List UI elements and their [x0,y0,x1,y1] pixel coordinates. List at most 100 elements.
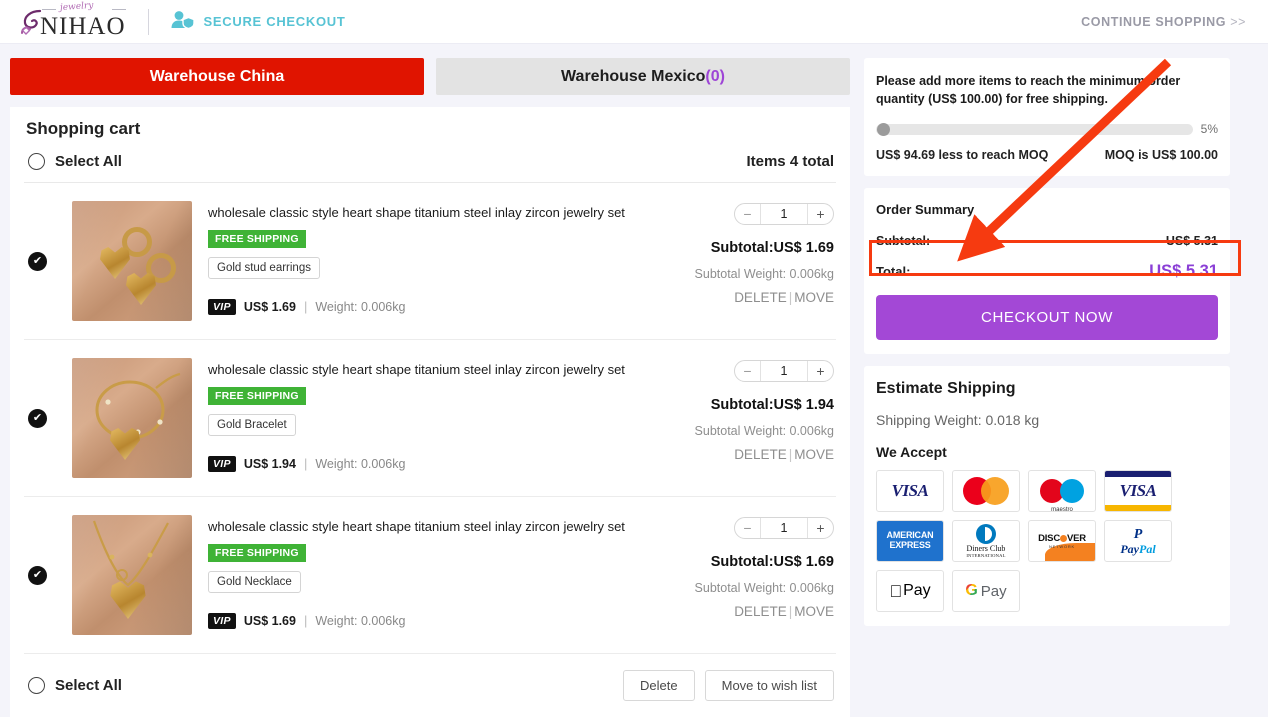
paypal-p-mark: P [1133,526,1143,542]
item-checkbox-cell: ✔ [28,251,72,271]
item-checkbox[interactable]: ✔ [28,408,47,428]
quantity-input[interactable] [761,361,807,381]
item-subtotal: Subtotal:US$ 1.94 [710,397,834,413]
google-pay-icon: G Pay [952,570,1020,613]
tab-warehouse-china-label: Warehouse China [149,67,285,85]
checkout-now-button[interactable]: CHECKOUT NOW [876,295,1218,341]
visa-electron-top-bar [1105,471,1171,478]
product-title[interactable]: wholesale classic style heart shape tita… [208,518,644,536]
secure-checkout-label: SECURE CHECKOUT [203,14,346,29]
nihao-logo[interactable]: jewelry NIHAO [14,0,126,40]
free-shipping-badge: FREE SHIPPING [208,386,306,405]
moq-notice: Please add more items to reach the minim… [876,74,1181,107]
estimate-shipping-card: Estimate Shipping Shipping Weight: 0.018… [864,366,1230,627]
row-actions-separator: | [788,290,793,305]
select-all-row-top: Select All Items 4 total [24,141,836,183]
cart-card: Shopping cart Select All Items 4 total ✔ [10,107,850,717]
visa-label: VISA [891,481,929,501]
discover-sublabel: NETWORK [1048,544,1076,550]
order-subtotal-label: Subtotal: [876,234,931,249]
move-to-wish-list-button[interactable]: Move to wish list [704,670,834,701]
product-title[interactable]: wholesale classic style heart shape tita… [208,204,644,222]
product-right-cell: − + Subtotal:US$ 1.69 Subtotal Weight: 0… [644,515,834,619]
paypal-icon: P PayPal [1104,520,1172,563]
delete-button[interactable]: Delete [623,670,695,701]
move-item-link[interactable]: MOVE [794,290,834,305]
secure-user-shield-icon [171,10,195,33]
logo-rule-right [112,8,126,10]
logo-rule-left [42,8,56,10]
quantity-stepper: − + [734,360,834,382]
maestro-label: maestro [1051,507,1073,513]
quantity-input[interactable] [761,204,807,224]
tab-warehouse-mexico-count: (0) [705,67,725,85]
apple-pay-label: Pay [896,582,931,600]
quantity-stepper: − + [734,517,834,539]
table-row: ✔ wholesale classic style heart shape ti… [24,183,836,340]
logo-wordmark: NIHAO [40,12,126,40]
bracelet-heart-charm [108,426,142,460]
move-item-link[interactable]: MOVE [794,447,834,462]
moq-progress-bar [876,122,1193,136]
tab-warehouse-china[interactable]: Warehouse China [10,58,424,95]
american-express-icon: AMERICAN EXPRESS [876,520,944,563]
quantity-input[interactable] [761,518,807,538]
move-item-link[interactable]: MOVE [794,604,834,619]
discover-label-end: VER [1066,533,1086,545]
product-title[interactable]: wholesale classic style heart shape tita… [208,361,644,379]
diners-club-circle [976,524,996,545]
quantity-increase-button[interactable]: + [807,361,833,381]
select-all-radio-bottom[interactable] [28,677,45,694]
variant-chip[interactable]: Gold stud earrings [208,256,320,279]
select-all-radio-top[interactable] [28,153,45,170]
quantity-decrease-button[interactable]: − [735,204,761,224]
vip-price-row: VIP US$ 1.69 | Weight: 0.006kg [208,298,644,315]
moq-progress-knob [877,122,890,136]
diners-club-icon: Diners Club INTERNATIONAL [952,520,1020,563]
moq-remaining: US$ 94.69 less to reach MOQ [876,148,1049,163]
product-thumbnail-necklace[interactable] [72,515,192,635]
moq-threshold: MOQ is US$ 100.00 [1104,148,1218,163]
moq-progress-percent: 5% [1200,122,1218,137]
vip-badge: VIP [208,298,236,315]
amex-line-2: EXPRESS [889,540,931,551]
select-all-label-bottom: Select All [55,677,122,694]
item-weight: Weight: 0.006kg [315,299,406,314]
delete-item-link[interactable]: DELETE [734,447,787,462]
vip-price-row: VIP US$ 1.94 | Weight: 0.006kg [208,455,644,472]
quantity-decrease-button[interactable]: − [735,518,761,538]
order-total-label: Total: [876,264,911,280]
page-body: Warehouse China Warehouse Mexico (0) Shop… [0,44,1268,717]
tab-warehouse-mexico[interactable]: Warehouse Mexico (0) [436,58,850,95]
item-subtotal-weight: Subtotal Weight: 0.006kg [694,267,834,281]
item-checkbox[interactable]: ✔ [28,565,47,585]
row-actions: DELETE | MOVE [734,447,834,462]
quantity-increase-button[interactable]: + [807,518,833,538]
variant-chip[interactable]: Gold Necklace [208,570,301,593]
tab-warehouse-mexico-label: Warehouse Mexico [561,67,706,85]
item-weight: Weight: 0.006kg [315,456,406,471]
discover-label-start: DISC [1038,533,1060,545]
delete-item-link[interactable]: DELETE [734,290,787,305]
moq-detail-row: US$ 94.69 less to reach MOQ MOQ is US$ 1… [876,148,1218,162]
page-title: Shopping cart [26,119,141,138]
item-weight: Weight: 0.006kg [315,613,406,628]
quantity-increase-button[interactable]: + [807,204,833,224]
variant-chip[interactable]: Gold Bracelet [208,413,296,436]
header-divider [147,8,149,35]
delete-item-link[interactable]: DELETE [734,604,787,619]
product-thumbnail-bracelet[interactable] [72,358,192,478]
quantity-decrease-button[interactable]: − [735,361,761,381]
product-right-cell: − + Subtotal:US$ 1.94 Subtotal Weight: 0… [644,358,834,462]
select-all-label-top: Select All [55,153,122,170]
product-thumbnail-earrings[interactable] [72,201,192,321]
vip-badge: VIP [208,612,236,629]
discover-o-dot [1059,534,1067,542]
table-row: ✔ wholesale classic style heart shape ti… [24,340,836,497]
continue-shopping-link[interactable]: CONTINUE SHOPPING >> [1081,15,1246,29]
estimate-shipping-title: Estimate Shipping [876,380,1016,398]
secure-checkout-badge: SECURE CHECKOUT [171,10,346,33]
item-checkbox[interactable]: ✔ [28,251,47,271]
visa-electron-bottom-bar [1105,505,1171,512]
item-subtotal: Subtotal:US$ 1.69 [710,240,834,256]
